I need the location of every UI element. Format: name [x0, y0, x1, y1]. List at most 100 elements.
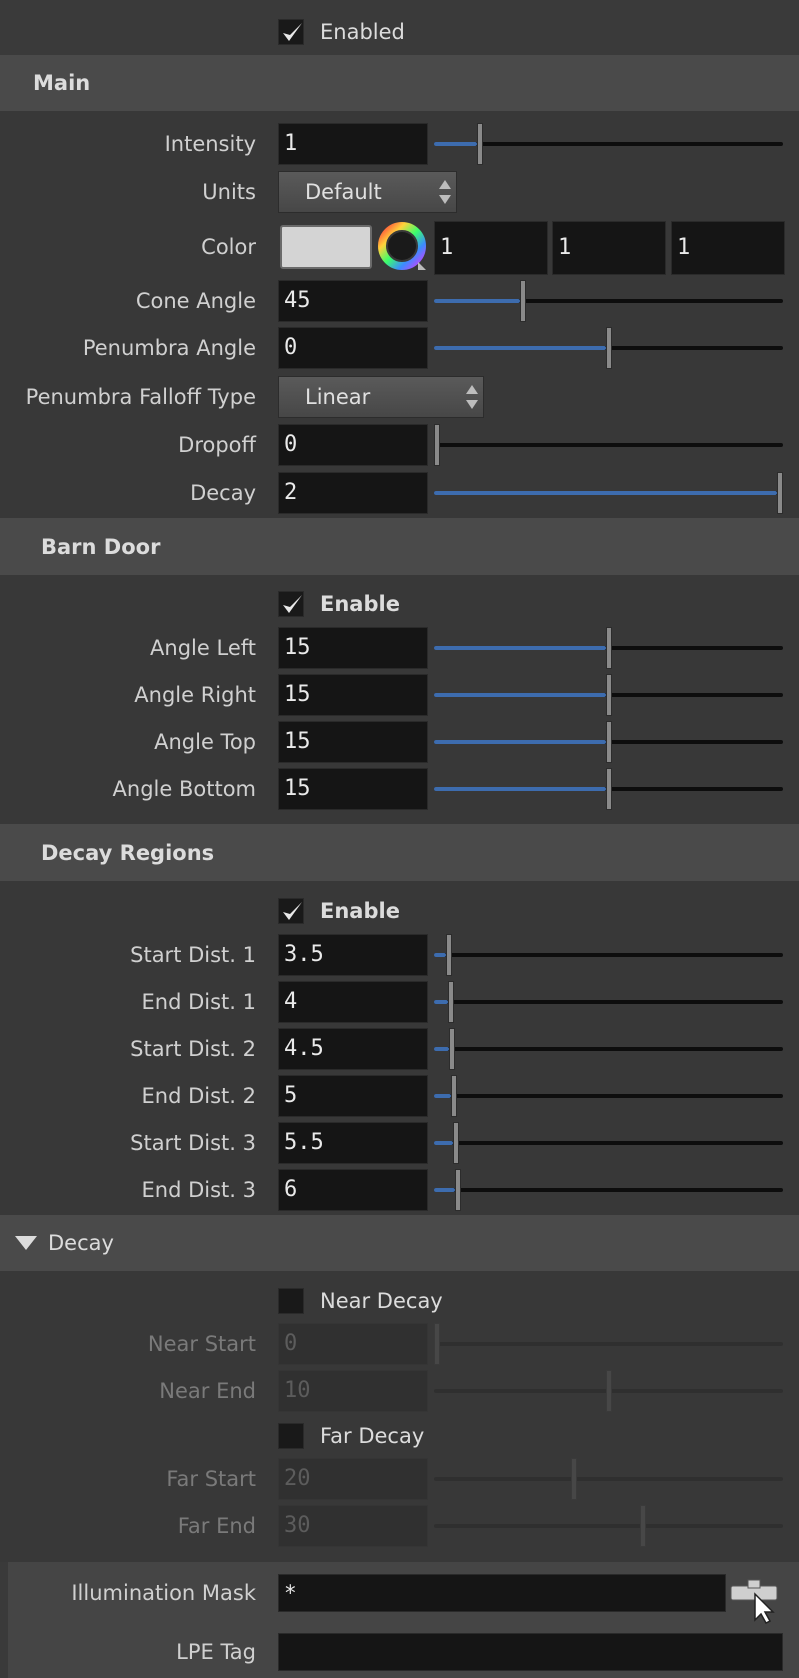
slider-handle[interactable]: [446, 934, 452, 976]
near-start-label: Near Start: [147, 1332, 256, 1356]
section-header-decay[interactable]: Decay: [0, 1215, 799, 1271]
updown-arrows-icon: [466, 385, 478, 409]
end-dist-3-slider[interactable]: [434, 1169, 783, 1211]
decay-regions-enable-label: Enable: [320, 899, 400, 923]
section-title-barn-door: Barn Door: [41, 534, 161, 559]
angle-left-label: Angle Left: [150, 636, 256, 660]
angle-top-label: Angle Top: [154, 730, 256, 754]
end-dist-1-label: End Dist. 1: [141, 990, 256, 1014]
slider-handle[interactable]: [777, 472, 783, 514]
slider-handle[interactable]: [606, 627, 612, 669]
decay-label: Decay: [190, 481, 256, 505]
selection-picker-icon[interactable]: [730, 1576, 780, 1624]
far-decay-label: Far Decay: [320, 1424, 425, 1448]
start-dist-1-field[interactable]: 3.5: [278, 934, 428, 976]
start-dist-3-slider[interactable]: [434, 1122, 783, 1164]
slider-handle[interactable]: [606, 768, 612, 810]
section-title-decay: Decay: [48, 1231, 114, 1255]
penumbra-angle-field[interactable]: 0: [278, 327, 428, 369]
end-dist-3-field[interactable]: 6: [278, 1169, 428, 1211]
section-header-decay-regions[interactable]: Decay Regions: [0, 824, 799, 881]
slider-handle[interactable]: [606, 1370, 612, 1412]
angle-top-slider[interactable]: [434, 721, 783, 763]
start-dist-2-field[interactable]: 4.5: [278, 1028, 428, 1070]
slider-handle[interactable]: [606, 327, 612, 369]
cone-angle-field[interactable]: 45: [278, 280, 428, 322]
end-dist-1-field[interactable]: 4: [278, 981, 428, 1023]
slider-handle[interactable]: [606, 674, 612, 716]
penumbra-falloff-dropdown[interactable]: Linear: [278, 376, 484, 418]
dropoff-field[interactable]: 0: [278, 424, 428, 466]
slider-handle[interactable]: [448, 981, 454, 1023]
far-start-field[interactable]: 20: [278, 1458, 428, 1500]
intensity-field[interactable]: 1: [278, 123, 428, 165]
start-dist-1-label: Start Dist. 1: [130, 943, 256, 967]
slider-handle[interactable]: [606, 721, 612, 763]
far-end-field[interactable]: 30: [278, 1505, 428, 1547]
start-dist-1-slider[interactable]: [434, 934, 783, 976]
dropoff-slider[interactable]: [434, 424, 783, 466]
start-dist-3-label: Start Dist. 3: [130, 1131, 256, 1155]
section-header-main[interactable]: Main: [0, 55, 799, 111]
enabled-checkbox[interactable]: [278, 19, 304, 45]
decay-slider[interactable]: [434, 472, 783, 514]
color-b-field[interactable]: 1: [671, 221, 785, 275]
slider-handle[interactable]: [520, 280, 526, 322]
units-dropdown[interactable]: Default: [278, 171, 457, 213]
slider-handle[interactable]: [451, 1075, 457, 1117]
end-dist-2-label: End Dist. 2: [141, 1084, 256, 1108]
slider-handle[interactable]: [455, 1169, 461, 1211]
lpe-tag-field[interactable]: [278, 1633, 783, 1671]
slider-handle[interactable]: [434, 1323, 440, 1365]
angle-left-slider[interactable]: [434, 627, 783, 669]
decay-field[interactable]: 2: [278, 472, 428, 514]
angle-left-field[interactable]: 15: [278, 627, 428, 669]
near-decay-label: Near Decay: [320, 1289, 443, 1313]
slider-handle[interactable]: [571, 1458, 577, 1500]
near-end-slider[interactable]: [434, 1370, 783, 1412]
slider-handle[interactable]: [434, 424, 440, 466]
cone-angle-label: Cone Angle: [135, 289, 256, 313]
start-dist-3-field[interactable]: 5.5: [278, 1122, 428, 1164]
illumination-mask-field[interactable]: *: [278, 1574, 726, 1612]
start-dist-2-label: Start Dist. 2: [130, 1037, 256, 1061]
near-start-field[interactable]: 0: [278, 1323, 428, 1365]
end-dist-1-slider[interactable]: [434, 981, 783, 1023]
angle-top-field[interactable]: 15: [278, 721, 428, 763]
enabled-label: Enabled: [320, 20, 405, 44]
start-dist-2-slider[interactable]: [434, 1028, 783, 1070]
end-dist-2-field[interactable]: 5: [278, 1075, 428, 1117]
end-dist-2-slider[interactable]: [434, 1075, 783, 1117]
far-decay-checkbox[interactable]: [278, 1423, 304, 1449]
angle-bottom-slider[interactable]: [434, 768, 783, 810]
angle-bottom-field[interactable]: 15: [278, 768, 428, 810]
intensity-slider[interactable]: [434, 123, 783, 165]
decay-regions-enable-checkbox[interactable]: [278, 898, 304, 924]
near-start-slider[interactable]: [434, 1323, 783, 1365]
far-end-slider[interactable]: [434, 1505, 783, 1547]
far-start-label: Far Start: [166, 1467, 256, 1491]
color-wheel-icon[interactable]: [378, 222, 428, 272]
penumbra-angle-slider[interactable]: [434, 327, 783, 369]
far-start-slider[interactable]: [434, 1458, 783, 1500]
dropoff-label: Dropoff: [178, 433, 256, 457]
slider-handle[interactable]: [449, 1028, 455, 1070]
slider-handle[interactable]: [453, 1122, 459, 1164]
color-label: Color: [201, 235, 256, 259]
far-end-label: Far End: [177, 1514, 256, 1538]
angle-right-slider[interactable]: [434, 674, 783, 716]
color-g-field[interactable]: 1: [552, 221, 666, 275]
barn-door-enable-checkbox[interactable]: [278, 591, 304, 617]
cone-angle-slider[interactable]: [434, 280, 783, 322]
color-r-field[interactable]: 1: [434, 221, 548, 275]
penumbra-falloff-label: Penumbra Falloff Type: [25, 385, 256, 409]
penumbra-falloff-value: Linear: [305, 385, 371, 409]
section-header-barn-door[interactable]: Barn Door: [0, 518, 799, 575]
near-decay-checkbox[interactable]: [278, 1288, 304, 1314]
angle-right-field[interactable]: 15: [278, 674, 428, 716]
slider-handle[interactable]: [640, 1505, 646, 1547]
slider-handle[interactable]: [477, 123, 483, 165]
color-swatch[interactable]: [280, 225, 372, 269]
near-end-field[interactable]: 10: [278, 1370, 428, 1412]
section-title-decay-regions: Decay Regions: [41, 840, 215, 865]
